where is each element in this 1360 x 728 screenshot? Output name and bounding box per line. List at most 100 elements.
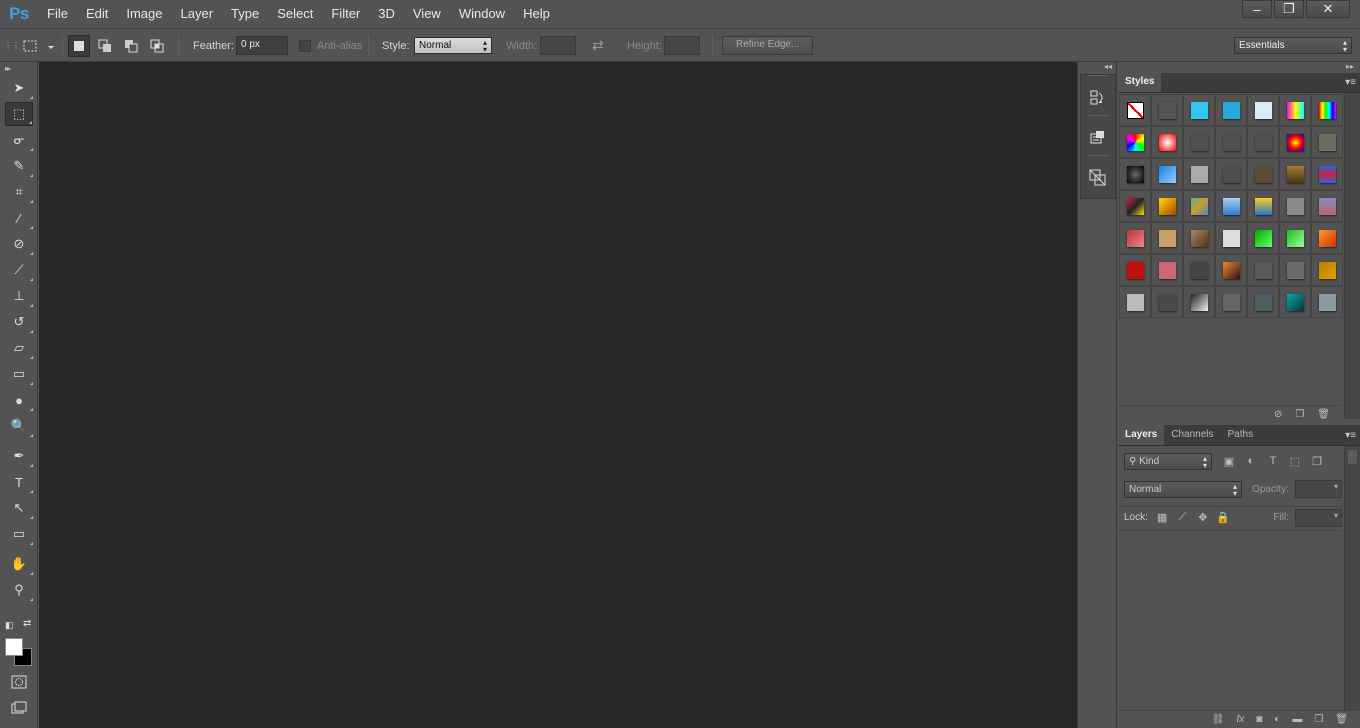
blur-tool-button[interactable]: ● [5,388,33,412]
style-swatch[interactable] [1215,190,1247,222]
style-swatch[interactable] [1151,94,1183,126]
fill-input[interactable]: ▾ [1294,508,1343,527]
filter-pixel-icon[interactable]: ▣ [1218,452,1240,470]
antialias-checkbox-box[interactable] [299,39,311,52]
swap-colors-icon[interactable]: ⇄ [23,618,31,629]
style-swatch[interactable] [1183,222,1215,254]
style-swatch[interactable] [1311,94,1343,126]
style-swatch[interactable] [1119,126,1151,158]
opacity-input[interactable]: ▾ [1294,480,1342,498]
document-canvas-area[interactable] [39,62,1077,728]
new-group-icon[interactable]: ▬ [1292,714,1302,725]
menu-select[interactable]: Select [268,0,322,28]
properties-panel-button[interactable] [1081,121,1115,155]
style-swatch[interactable] [1247,190,1279,222]
style-swatch[interactable] [1151,158,1183,190]
collapse-panels-icon[interactable]: ▸▸ [1346,62,1354,71]
type-tool-button[interactable]: T [5,470,33,494]
swap-width-height-icon[interactable]: ⇄ [592,29,604,62]
menu-help[interactable]: Help [514,0,559,28]
style-swatch[interactable] [1247,158,1279,190]
style-swatch[interactable] [1247,222,1279,254]
style-swatch[interactable] [1311,286,1343,318]
style-swatch[interactable] [1151,190,1183,222]
style-swatch[interactable] [1279,158,1311,190]
style-swatch[interactable] [1151,126,1183,158]
clone-stamp-tool-button[interactable]: ⊥ [5,284,33,308]
add-to-selection-button[interactable] [94,35,116,57]
menu-file[interactable]: File [38,0,77,28]
antialias-checkbox[interactable]: Anti-alias [299,29,362,62]
style-swatch[interactable] [1279,286,1311,318]
history-panel-button[interactable] [1081,81,1115,115]
move-tool-button[interactable]: ➤ [5,76,33,100]
menu-type[interactable]: Type [222,0,268,28]
style-swatch[interactable] [1119,158,1151,190]
filter-type-icon[interactable]: T [1262,452,1284,470]
style-swatch[interactable] [1119,222,1151,254]
layers-scrollbar[interactable] [1344,446,1360,710]
lock-transparent-pixels-icon[interactable]: ▦ [1152,509,1172,527]
collapse-tools-icon[interactable]: ▸▸ [0,62,37,74]
style-none-swatch[interactable] [1119,94,1151,126]
new-style-icon[interactable]: ❐ [1295,409,1304,420]
tab-styles[interactable]: Styles [1118,72,1162,92]
lock-image-pixels-icon[interactable]: ⟋ [1172,509,1192,527]
clear-style-icon[interactable]: ⊘ [1274,409,1282,420]
style-swatch[interactable] [1119,190,1151,222]
style-swatch[interactable] [1279,222,1311,254]
hand-tool-button[interactable]: ✋ [5,552,33,576]
tab-channels[interactable]: Channels [1164,425,1220,445]
blend-mode-select[interactable]: Normal ▴ ▾ [1124,480,1243,498]
zoom-tool-button[interactable]: ⚲ [5,578,33,602]
menu-filter[interactable]: Filter [322,0,369,28]
subtract-from-selection-button[interactable] [120,35,142,57]
style-swatch[interactable] [1247,286,1279,318]
style-swatch[interactable] [1151,286,1183,318]
crop-tool-button[interactable]: ⌗ [5,180,33,204]
eraser-tool-button[interactable]: ▱ [5,336,33,360]
style-swatch[interactable] [1215,254,1247,286]
quick-mask-button[interactable] [5,670,33,694]
new-selection-button[interactable] [68,34,90,57]
options-bar-grip[interactable]: ⋮⋮ [4,29,20,62]
rectangle-tool-button[interactable]: ▭ [5,522,33,546]
lasso-tool-button[interactable]: ᓂ [5,128,33,152]
style-swatch[interactable] [1119,254,1151,286]
menu-window[interactable]: Window [450,0,514,28]
default-colors-icon[interactable]: ◧ [5,620,14,631]
style-swatch[interactable] [1311,158,1343,190]
style-swatch[interactable] [1247,94,1279,126]
menu-layer[interactable]: Layer [172,0,223,28]
style-swatch[interactable] [1311,190,1343,222]
delete-layer-icon[interactable]: 🗑 [1335,714,1348,725]
style-swatch[interactable] [1151,254,1183,286]
intersect-selection-button[interactable] [146,35,168,57]
style-swatch[interactable] [1183,94,1215,126]
style-swatch[interactable] [1311,222,1343,254]
panel-menu-icon[interactable]: ▾≡ [1345,77,1356,88]
style-swatch[interactable] [1183,126,1215,158]
lock-position-icon[interactable]: ✥ [1193,509,1213,527]
style-swatch[interactable] [1183,190,1215,222]
menu-image[interactable]: Image [117,0,171,28]
spot-healing-brush-button[interactable]: ⊘ [5,232,33,256]
panel-menu-icon[interactable]: ▾≡ [1345,430,1356,441]
style-select[interactable]: Normal ▴ ▾ [414,37,492,54]
gradient-tool-button[interactable]: ▭ [5,362,33,386]
dodge-tool-button[interactable]: 🔍 [5,414,33,438]
tool-preset-picker[interactable] [22,29,54,62]
style-swatch[interactable] [1215,222,1247,254]
style-swatch[interactable] [1183,286,1215,318]
tab-paths[interactable]: Paths [1221,425,1261,445]
style-swatch[interactable] [1311,254,1343,286]
style-swatch[interactable] [1215,286,1247,318]
link-layers-icon[interactable]: ⛓ [1212,714,1225,725]
height-input[interactable] [664,36,700,55]
style-swatch[interactable] [1279,254,1311,286]
width-input[interactable] [540,36,576,55]
minimize-button[interactable]: – [1242,0,1272,18]
style-swatch[interactable] [1215,158,1247,190]
new-layer-icon[interactable]: ❐ [1314,714,1323,725]
workspace-select[interactable]: Essentials ▴ ▾ [1234,37,1352,54]
